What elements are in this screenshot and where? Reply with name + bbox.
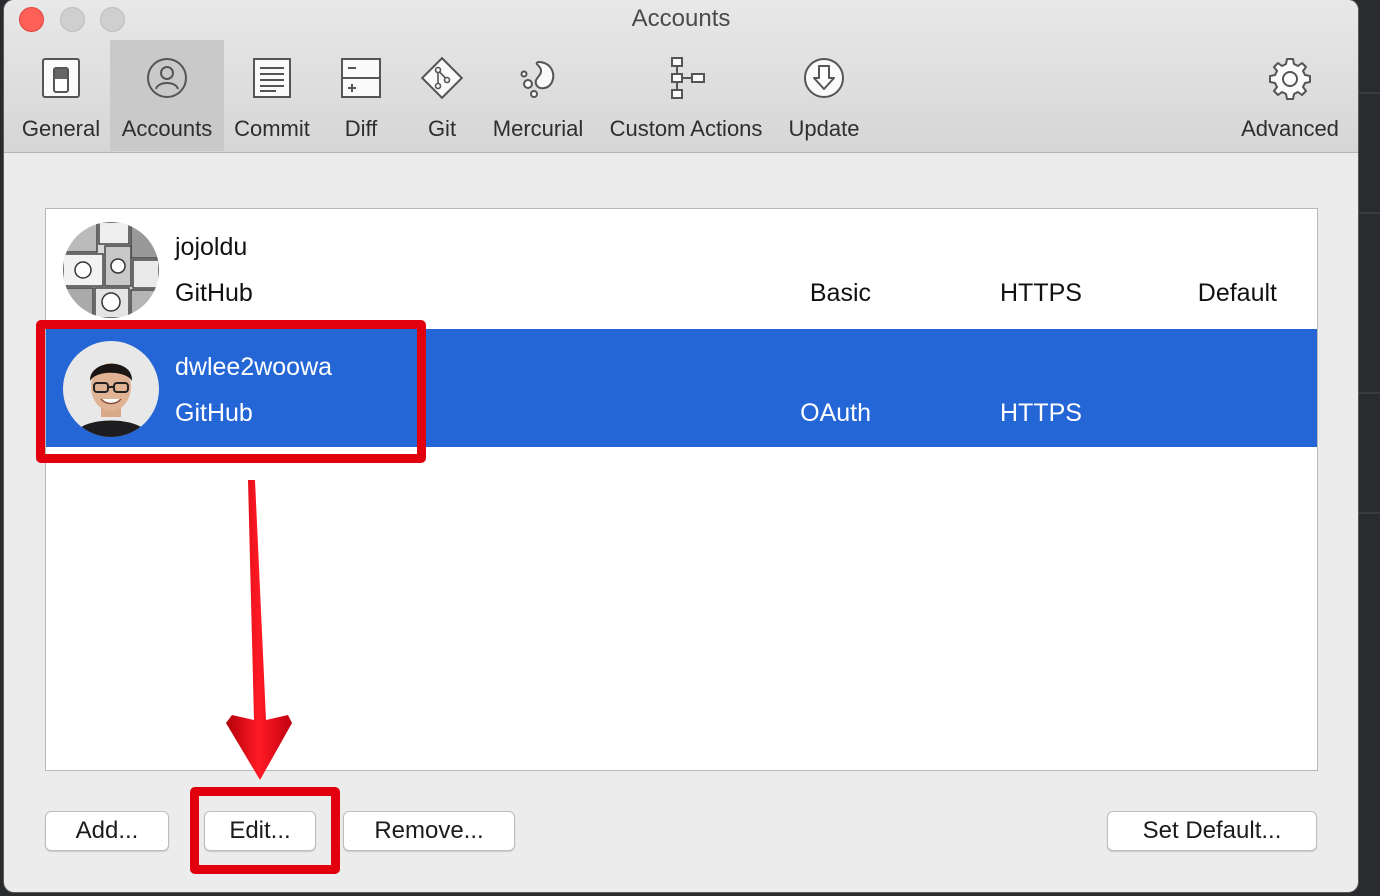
avatar bbox=[63, 222, 159, 318]
tab-update[interactable]: Update bbox=[778, 40, 870, 151]
add-account-button[interactable]: Add... bbox=[45, 811, 169, 851]
tab-diff[interactable]: Diff bbox=[320, 40, 402, 151]
git-icon bbox=[420, 56, 464, 100]
account-service: GitHub bbox=[175, 279, 253, 307]
tab-advanced[interactable]: Advanced bbox=[1234, 40, 1346, 151]
tab-general[interactable]: General bbox=[14, 40, 108, 151]
highlight-selected-account bbox=[36, 320, 426, 463]
tab-accounts[interactable]: Accounts bbox=[110, 40, 224, 151]
person-icon bbox=[147, 58, 187, 98]
tab-accounts-label: Accounts bbox=[121, 116, 213, 141]
gear-icon bbox=[1269, 58, 1311, 100]
account-default-badge: Default bbox=[1197, 279, 1277, 307]
tab-git[interactable]: Git bbox=[404, 40, 480, 151]
tab-advanced-label: Advanced bbox=[1241, 116, 1339, 141]
annotation-arrow-down-icon bbox=[226, 480, 292, 780]
tab-mercurial[interactable]: Mercurial bbox=[484, 40, 592, 151]
window-title: Accounts bbox=[631, 5, 731, 32]
tab-git-label: Git bbox=[427, 116, 457, 141]
account-protocol: HTTPS bbox=[1000, 399, 1082, 427]
set-default-button[interactable]: Set Default... bbox=[1107, 811, 1317, 851]
custom-actions-icon bbox=[671, 57, 705, 99]
highlight-edit-button bbox=[190, 787, 340, 874]
account-protocol: HTTPS bbox=[1000, 279, 1082, 307]
tab-general-label: General bbox=[21, 116, 101, 141]
tab-custom-actions-label: Custom Actions bbox=[609, 116, 763, 141]
update-download-icon bbox=[804, 58, 844, 98]
account-auth-type: OAuth bbox=[800, 399, 871, 427]
diff-icon bbox=[341, 58, 381, 98]
tab-commit[interactable]: Commit bbox=[226, 40, 318, 151]
account-name: jojoldu bbox=[175, 233, 248, 261]
mercurial-icon bbox=[520, 60, 555, 98]
tab-update-label: Update bbox=[788, 116, 860, 141]
titlebar-toolbar: Accounts General Accounts Commit Diff Gi… bbox=[4, 0, 1358, 153]
tab-commit-label: Commit bbox=[234, 116, 310, 141]
remove-account-button[interactable]: Remove... bbox=[343, 811, 515, 851]
commit-document-icon bbox=[253, 58, 291, 98]
tab-diff-label: Diff bbox=[344, 116, 378, 141]
account-auth-type: Basic bbox=[809, 279, 871, 307]
general-switch-icon bbox=[42, 58, 80, 98]
tab-custom-actions[interactable]: Custom Actions bbox=[596, 40, 776, 151]
account-row[interactable]: jojoldu GitHub Basic HTTPS Default bbox=[46, 209, 1317, 329]
tab-mercurial-label: Mercurial bbox=[492, 116, 584, 141]
